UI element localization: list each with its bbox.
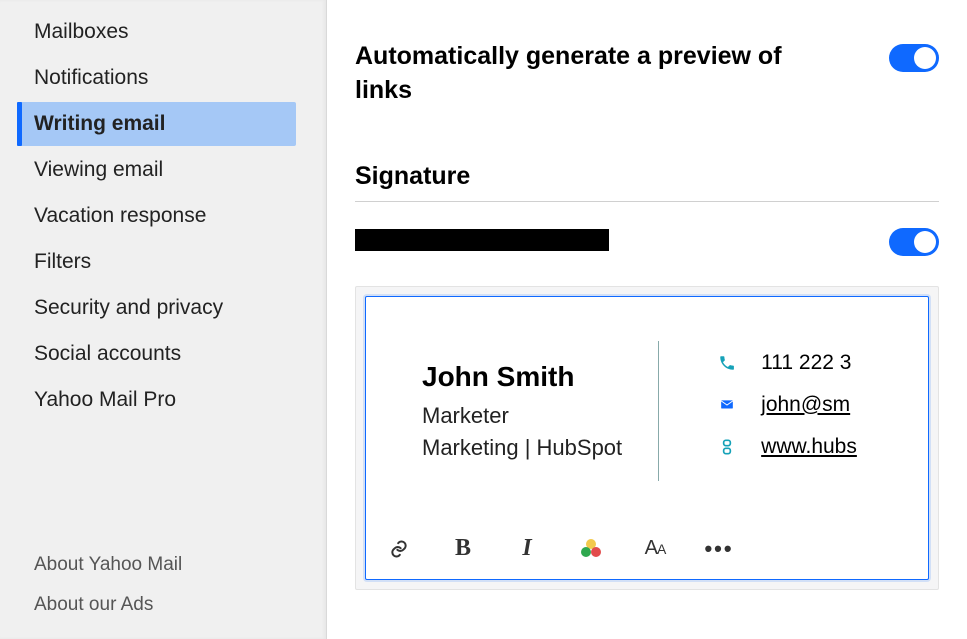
toggle-signature[interactable] [889, 228, 939, 256]
signature-name[interactable]: John Smith [422, 361, 622, 393]
sidebar-item-notifications[interactable]: Notifications [20, 56, 296, 100]
signature-website[interactable]: www.hubs [761, 435, 857, 459]
toolbar-more-button[interactable]: ••• [704, 535, 734, 563]
signature-phone[interactable]: 111 222 3 [761, 351, 851, 375]
sidebar-item-writing-email[interactable]: Writing email [20, 102, 296, 146]
footer-link-about-our-ads[interactable]: About our Ads [34, 585, 292, 625]
sidebar-item-social-accounts[interactable]: Social accounts [20, 332, 296, 376]
sidebar-item-vacation-response[interactable]: Vacation response [20, 194, 296, 238]
settings-sidebar: Mailboxes Notifications Writing email Vi… [0, 0, 327, 639]
signature-phone-row: 111 222 3 [717, 351, 857, 375]
signature-section-title: Signature [355, 162, 939, 191]
setting-link-preview: Automatically generate a preview of link… [355, 40, 939, 108]
link-icon [717, 437, 737, 457]
signature-dept-company[interactable]: Marketing | HubSpot [422, 435, 622, 461]
sidebar-item-viewing-email[interactable]: Viewing email [20, 148, 296, 192]
settings-nav: Mailboxes Notifications Writing email Vi… [0, 8, 326, 424]
signature-title[interactable]: Marketer [422, 403, 622, 429]
sidebar-item-yahoo-mail-pro[interactable]: Yahoo Mail Pro [20, 378, 296, 422]
settings-main: Automatically generate a preview of link… [327, 0, 967, 639]
toolbar-color-button[interactable] [576, 535, 606, 563]
toggle-link-preview[interactable] [889, 44, 939, 72]
signature-body[interactable]: John Smith Marketer Marketing | HubSpot … [366, 297, 928, 521]
signature-account-row [355, 224, 939, 256]
signature-account-email-redacted [355, 229, 609, 251]
divider [355, 201, 939, 202]
signature-left-column: John Smith Marketer Marketing | HubSpot [422, 341, 659, 481]
sidebar-item-security-privacy[interactable]: Security and privacy [20, 286, 296, 330]
signature-toolbar: B I AA ••• [366, 521, 928, 579]
footer-link-about-yahoo-mail[interactable]: About Yahoo Mail [34, 545, 292, 585]
signature-email-row: john@sm [717, 393, 857, 417]
toolbar-font-button[interactable]: AA [640, 535, 670, 563]
toolbar-italic-button[interactable]: I [512, 535, 542, 563]
toolbar-bold-button[interactable]: B [448, 535, 478, 563]
sidebar-item-filters[interactable]: Filters [20, 240, 296, 284]
toolbar-link-button[interactable] [384, 535, 414, 563]
sidebar-footer: About Yahoo Mail About our Ads [0, 545, 326, 639]
signature-email[interactable]: john@sm [761, 393, 850, 417]
phone-icon [717, 353, 737, 373]
signature-editor[interactable]: John Smith Marketer Marketing | HubSpot … [365, 296, 929, 580]
signature-website-row: www.hubs [717, 435, 857, 459]
signature-editor-wrap: John Smith Marketer Marketing | HubSpot … [355, 286, 939, 590]
sidebar-item-mailboxes[interactable]: Mailboxes [20, 10, 296, 54]
signature-right-column: 111 222 3 john@sm www.hubs [659, 341, 857, 481]
email-icon [717, 395, 737, 415]
setting-link-preview-title: Automatically generate a preview of link… [355, 40, 815, 108]
